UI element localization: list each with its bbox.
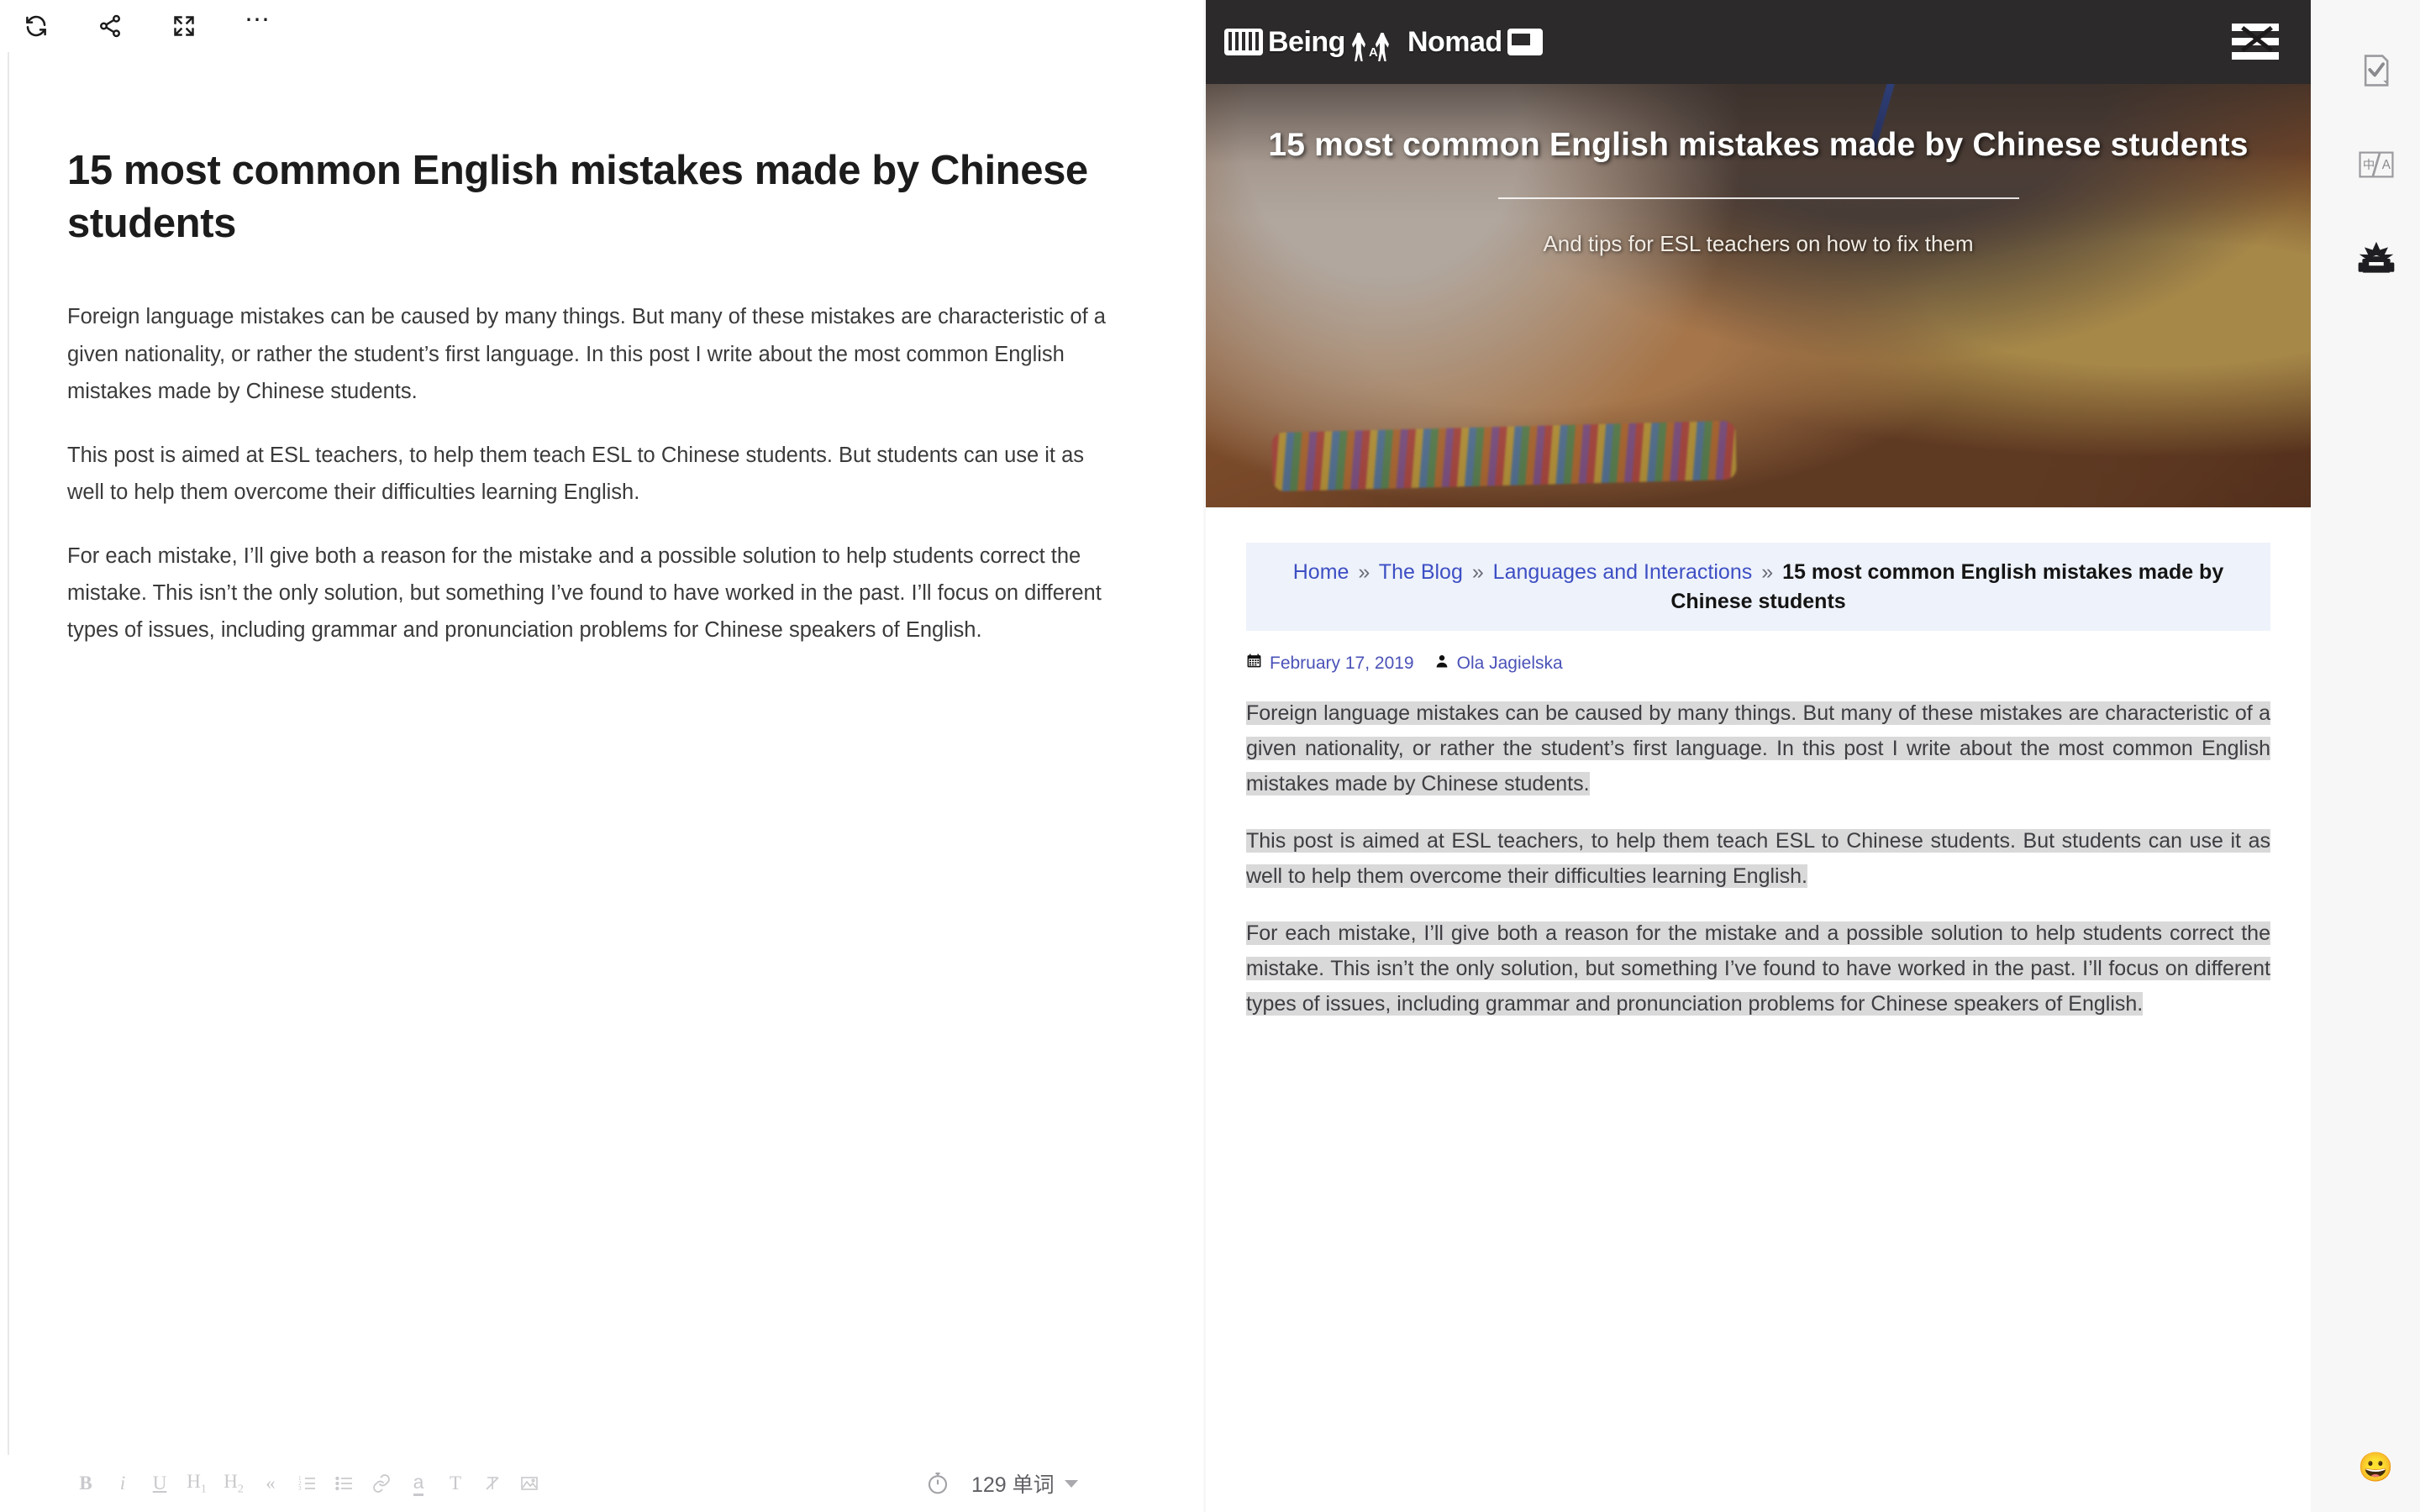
post-date-link[interactable]: February 17, 2019 xyxy=(1270,654,1414,674)
breadcrumb-separator: » xyxy=(1761,560,1774,584)
breadcrumb-blog-link[interactable]: The Blog xyxy=(1379,560,1463,584)
post-paragraph: Foreign language mistakes can be caused … xyxy=(1246,696,2270,801)
post-paragraph: For each mistake, I’ll give both a reaso… xyxy=(1246,916,2270,1021)
italic-glyph: i xyxy=(119,1473,126,1494)
breadcrumb-separator: » xyxy=(1471,560,1484,584)
text-style-glyph: T xyxy=(449,1473,462,1494)
ordered-list-button[interactable]: 1 2 3 xyxy=(289,1465,326,1502)
bold-glyph: B xyxy=(79,1473,92,1494)
breadcrumb-category-link[interactable]: Languages and Interactions xyxy=(1493,560,1753,584)
hero-content: 15 most common English mistakes made by … xyxy=(1206,124,2311,257)
hero-overlay xyxy=(1206,44,2311,507)
bold-button[interactable]: B xyxy=(67,1465,104,1502)
editor-paragraph[interactable]: For each mistake, I’ll give both a reaso… xyxy=(67,538,1118,648)
post-body: Home » The Blog » Languages and Interact… xyxy=(1206,507,2311,1021)
hero-divider xyxy=(1497,197,2019,200)
quote-glyph: « xyxy=(266,1473,276,1494)
editor-paragraph[interactable]: Foreign language mistakes can be caused … xyxy=(67,298,1118,409)
translate-icon[interactable]: 中 A xyxy=(2353,141,2400,188)
underline-button[interactable]: U xyxy=(141,1465,178,1502)
brand-a-text: A xyxy=(1368,45,1378,60)
logo-film-icon xyxy=(1224,29,1263,55)
highlighted-text: For each mistake, I’ll give both a reaso… xyxy=(1246,921,2270,1016)
refresh-sync-icon[interactable] xyxy=(18,8,54,44)
breadcrumb-current: 15 most common English mistakes made by … xyxy=(1670,560,2224,613)
logo-van-icon xyxy=(1507,29,1543,55)
breadcrumb-separator: » xyxy=(1358,560,1370,584)
text-style-button[interactable]: T xyxy=(437,1465,474,1502)
highlighted-text: Foreign language mistakes can be caused … xyxy=(1246,701,2270,795)
more-options-icon[interactable]: ⋯ xyxy=(240,8,276,44)
hamburger-close-icon[interactable] xyxy=(2232,24,2279,60)
blog-preview: Being A Nomad 15 most common English mis… xyxy=(1206,0,2311,1512)
svg-text:中: 中 xyxy=(2362,158,2374,172)
emoji-face-icon[interactable]: 😀 xyxy=(2358,1453,2393,1482)
clear-format-button[interactable] xyxy=(474,1465,511,1502)
editor-paragraph[interactable]: This post is aimed at ESL teachers, to h… xyxy=(67,437,1118,511)
editor-status-bar: 129 单词 xyxy=(923,1455,1078,1512)
post-paragraph: This post is aimed at ESL teachers, to h… xyxy=(1246,823,2270,894)
link-button[interactable] xyxy=(363,1465,400,1502)
editor-pane: ⋯ 15 most common English mistakes made b… xyxy=(0,0,1203,1512)
post-author: Ola Jagielska xyxy=(1434,654,1563,674)
underline-glyph: U xyxy=(152,1473,167,1494)
word-count-selector[interactable]: 129 单词 xyxy=(971,1468,1078,1499)
post-author-link[interactable]: Ola Jagielska xyxy=(1457,654,1563,674)
insert-image-button[interactable] xyxy=(511,1465,548,1502)
blockquote-button[interactable]: « xyxy=(252,1465,289,1502)
breadcrumb-home-link[interactable]: Home xyxy=(1293,560,1349,584)
chevron-down-icon xyxy=(1064,1479,1078,1488)
brand-nomad-text: Nomad xyxy=(1407,25,1502,58)
format-button-group: B i U H1 H2 « 1 2 3 a T xyxy=(67,1465,548,1502)
app-root: ⋯ 15 most common English mistakes made b… xyxy=(0,0,2420,1512)
heading-2-glyph: H2 xyxy=(224,1470,244,1496)
proofread-check-icon[interactable] xyxy=(2353,47,2400,94)
site-logo[interactable]: Being A Nomad xyxy=(1224,23,1543,61)
svg-text:3: 3 xyxy=(298,1485,302,1492)
svg-text:A: A xyxy=(2381,158,2391,172)
site-header: Being A Nomad xyxy=(1206,0,2311,84)
unordered-list-button[interactable] xyxy=(326,1465,363,1502)
right-rail: 中 A 😀 xyxy=(2332,0,2420,1512)
highlight-button[interactable]: a xyxy=(400,1465,437,1502)
hero-title: 15 most common English mistakes made by … xyxy=(1268,127,2249,163)
heading-1-button[interactable]: H1 xyxy=(178,1465,215,1502)
highlight-glyph: a xyxy=(413,1471,424,1496)
fullscreen-icon[interactable] xyxy=(166,8,202,44)
editor-document[interactable]: 15 most common English mistakes made by … xyxy=(0,52,1203,1455)
editor-title[interactable]: 15 most common English mistakes made by … xyxy=(67,144,1101,249)
hero-banner: 15 most common English mistakes made by … xyxy=(1206,44,2311,507)
editor-top-toolbar: ⋯ xyxy=(0,0,1203,52)
breadcrumb: Home » The Blog » Languages and Interact… xyxy=(1246,543,2270,631)
typewriter-icon[interactable] xyxy=(2353,235,2400,282)
share-icon[interactable] xyxy=(92,8,128,44)
calendar-icon xyxy=(1246,653,1262,674)
post-date: February 17, 2019 xyxy=(1246,653,1414,674)
user-icon xyxy=(1434,654,1449,674)
italic-button[interactable]: i xyxy=(104,1465,141,1502)
heading-2-button[interactable]: H2 xyxy=(215,1465,252,1502)
word-count-label: 129 单词 xyxy=(971,1473,1055,1497)
hero-subtitle: And tips for ESL teachers on how to fix … xyxy=(1543,231,1974,257)
preview-pane: Being A Nomad 15 most common English mis… xyxy=(1203,0,2332,1512)
logo-people-icon: A xyxy=(1350,23,1402,61)
heading-1-glyph: H1 xyxy=(187,1470,207,1496)
stopwatch-icon[interactable] xyxy=(923,1468,953,1499)
brand-being-text: Being xyxy=(1268,25,1345,58)
highlighted-text: This post is aimed at ESL teachers, to h… xyxy=(1246,829,2270,888)
post-meta: February 17, 2019 Ola Jagielska xyxy=(1246,653,2270,674)
